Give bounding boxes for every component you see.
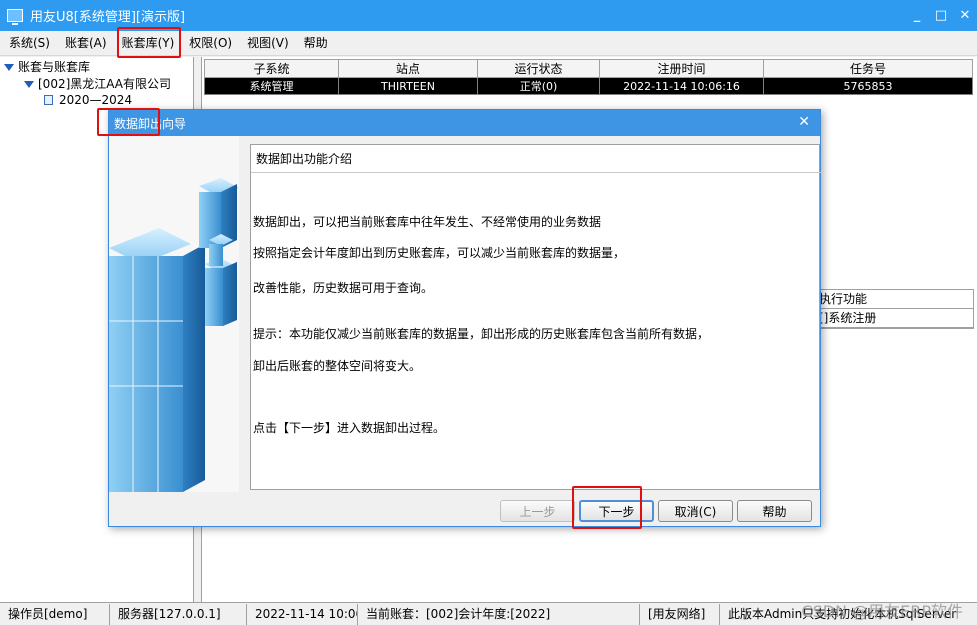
wizard-text-line: 提示：本功能仅减少当前账套库的数据量，卸出形成的历史账套库包含当前所有数据， bbox=[253, 327, 710, 341]
table-row[interactable]: 系统管理 THIRTEEN 正常(0) 2022-11-14 10:06:16 … bbox=[204, 77, 973, 95]
document-icon bbox=[44, 95, 53, 105]
dialog-close-icon[interactable]: ✕ bbox=[798, 114, 810, 130]
prev-button[interactable]: 上一步 bbox=[500, 500, 575, 522]
wizard-content: 数据卸出功能介绍 数据卸出，可以把当前账套库中往年发生、不经常使用的业务数据 按… bbox=[250, 144, 821, 490]
col-subsystem[interactable]: 子系统 bbox=[204, 59, 339, 78]
wizard-heading: 数据卸出功能介绍 bbox=[251, 145, 821, 173]
minimize-button[interactable]: _ bbox=[905, 0, 929, 31]
database-blocks-icon bbox=[109, 178, 239, 492]
status-network: [用友网络] bbox=[640, 603, 720, 625]
col-status[interactable]: 运行状态 bbox=[477, 59, 600, 78]
col-register-time[interactable]: 注册时间 bbox=[599, 59, 764, 78]
cancel-button[interactable]: 取消(C) bbox=[658, 500, 733, 522]
col-site[interactable]: 站点 bbox=[338, 59, 478, 78]
expand-triangle-icon[interactable] bbox=[24, 80, 34, 88]
cell-register-time: 2022-11-14 10:06:16 bbox=[599, 77, 764, 95]
menu-view[interactable]: 视图(V) bbox=[241, 32, 295, 54]
unload-wizard-dialog: 数据卸出向导 ✕ 数据卸出功能介绍 数据卸出，可以把当前账套库中往年发生、不经常… bbox=[108, 109, 821, 527]
maximize-button[interactable]: □ bbox=[929, 0, 953, 31]
menu-bar: 系统(S) 账套(A) 账套库(Y) 权限(O) 视图(V) 帮助 bbox=[0, 31, 977, 56]
menu-help[interactable]: 帮助 bbox=[298, 32, 334, 54]
menu-system[interactable]: 系统(S) bbox=[3, 32, 56, 54]
wizard-text-line: 点击【下一步】进入数据卸出过程。 bbox=[253, 421, 446, 435]
tree-period[interactable]: 2020—2024 bbox=[44, 92, 132, 108]
function-list: 执行功能 []系统注册 bbox=[808, 289, 974, 329]
tree-company[interactable]: [002]黑龙江AA有限公司 bbox=[24, 76, 171, 92]
wizard-text-line: 数据卸出，可以把当前账套库中往年发生、不经常使用的业务数据 bbox=[253, 215, 602, 229]
status-datetime: 2022-11-14 10:06 bbox=[247, 603, 358, 625]
list-item[interactable]: 执行功能 bbox=[809, 290, 973, 309]
list-item[interactable]: []系统注册 bbox=[809, 309, 973, 328]
window-controls: _ □ ✕ bbox=[905, 0, 977, 31]
menu-account[interactable]: 账套(A) bbox=[59, 32, 113, 54]
expand-triangle-icon[interactable] bbox=[4, 63, 14, 71]
wizard-text-line: 卸出后账套的整体空间将变大。 bbox=[253, 359, 422, 373]
cell-status: 正常(0) bbox=[477, 77, 600, 95]
status-server: 服务器[127.0.0.1] bbox=[110, 603, 247, 625]
close-button[interactable]: ✕ bbox=[953, 0, 977, 31]
next-button[interactable]: 下一步 bbox=[579, 500, 654, 522]
menu-account-library[interactable]: 账套库(Y) bbox=[116, 32, 181, 54]
dialog-title-bar: 数据卸出向导 ✕ bbox=[109, 110, 820, 136]
tree-company-label: [002]黑龙江AA有限公司 bbox=[38, 77, 172, 91]
status-operator: 操作员[demo] bbox=[0, 603, 110, 625]
tree-period-label: 2020—2024 bbox=[59, 93, 133, 107]
cell-subsystem: 系统管理 bbox=[204, 77, 339, 95]
tree-root-label: 账套与账套库 bbox=[18, 60, 91, 74]
tree-root[interactable]: 账套与账套库 bbox=[4, 59, 90, 75]
col-task-id[interactable]: 任务号 bbox=[763, 59, 973, 78]
monitor-icon bbox=[7, 9, 23, 25]
dialog-title: 数据卸出向导 bbox=[114, 116, 187, 131]
session-table: 子系统 站点 运行状态 注册时间 任务号 系统管理 THIRTEEN 正常(0)… bbox=[204, 59, 973, 95]
menu-permission[interactable]: 权限(O) bbox=[183, 32, 238, 54]
title-bar: 用友U8[系统管理][演示版] _ □ ✕ bbox=[0, 0, 977, 31]
wizard-illustration bbox=[109, 136, 239, 492]
wizard-text-line: 按照指定会计年度卸出到历史账套库，可以减少当前账套库的数据量， bbox=[253, 246, 626, 260]
wizard-text-line: 改善性能，历史数据可用于查询。 bbox=[253, 281, 434, 295]
help-button[interactable]: 帮助 bbox=[737, 500, 812, 522]
status-account: 当前账套：[002]会计年度:[2022] bbox=[358, 603, 640, 625]
cell-task-id: 5765853 bbox=[763, 77, 973, 95]
cell-site: THIRTEEN bbox=[338, 77, 478, 95]
watermark: CSDN @用友ERP软件 bbox=[801, 602, 963, 621]
window-title: 用友U8[系统管理][演示版] bbox=[30, 10, 186, 25]
